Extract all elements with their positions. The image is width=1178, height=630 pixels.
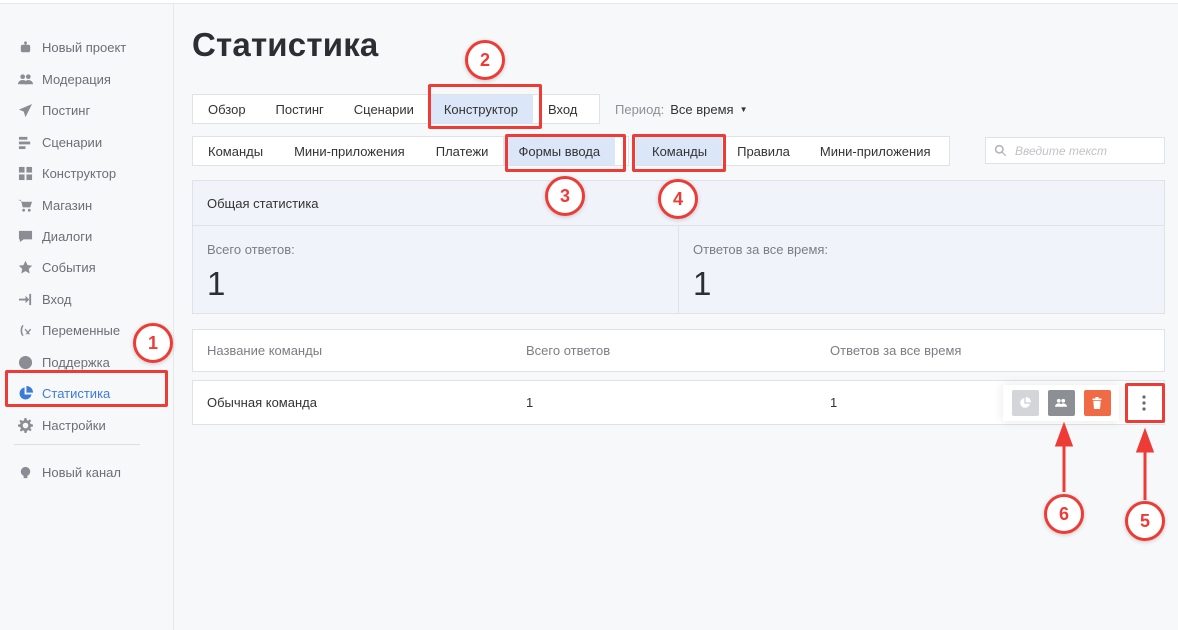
sidebar-item-label: Постинг — [42, 102, 91, 118]
gear-icon — [16, 417, 34, 433]
stats-alltime-label: Ответов за все время: — [693, 242, 829, 257]
sidebar-item-label: Настройки — [42, 417, 106, 433]
chat-icon — [16, 228, 34, 244]
stats-total-value: 1 — [207, 265, 226, 302]
stats-alltime: Ответов за все время: 1 — [679, 226, 1164, 314]
stats-alltime-value: 1 — [693, 265, 712, 302]
period-value[interactable]: Все время — [670, 102, 733, 117]
sub-tabs-secondary: Команды Правила Мини-приложения — [636, 136, 950, 166]
sidebar-divider — [14, 444, 140, 445]
sidebar-item-shop[interactable]: Магазин — [16, 194, 92, 216]
stats-total-label: Всего ответов: — [207, 242, 295, 257]
sidebar-item-label: Модерация — [42, 71, 111, 87]
main-tabs: Обзор Постинг Сценарии Конструктор Вход — [192, 94, 600, 124]
caret-down-icon: ▼ — [739, 104, 748, 114]
sidebar-item-label: Вход — [42, 291, 72, 307]
page-title: Статистика — [192, 26, 379, 63]
pie-chart-icon — [16, 385, 34, 401]
sub-tabs: Команды Мини-приложения Платежи Формы вв… — [192, 136, 629, 166]
help-icon — [16, 354, 34, 370]
tab-rules[interactable]: Правила — [722, 137, 805, 165]
tab-mini-apps-secondary[interactable]: Мини-приложения — [805, 137, 946, 165]
sidebar-item-label: События — [42, 259, 96, 275]
column-header-alltime: Ответов за все время — [830, 343, 962, 358]
annotation-badge-2: 2 — [465, 40, 505, 80]
annotation-badge-6: 6 — [1044, 494, 1084, 534]
top-border — [0, 0, 1178, 4]
sidebar-item-label: Статистика — [42, 385, 111, 401]
sidebar-item-constructor[interactable]: Конструктор — [16, 162, 116, 184]
stats-button[interactable] — [1011, 390, 1039, 416]
channel-icon — [16, 464, 34, 480]
more-menu-button[interactable] — [1134, 390, 1154, 416]
column-header-name: Название команды — [207, 343, 323, 358]
row-alltime: 1 — [830, 395, 838, 410]
sidebar-item-label: Новый канал — [42, 464, 121, 480]
star-icon — [16, 259, 34, 275]
tab-posting[interactable]: Постинг — [261, 95, 339, 123]
dots-vertical-icon — [1142, 395, 1146, 411]
sidebar-item-label: Переменные — [42, 322, 121, 338]
sidebar-item-label: Сценарии — [42, 134, 103, 150]
cart-icon — [16, 197, 34, 213]
login-icon — [16, 291, 34, 307]
annotation-badge-4: 4 — [658, 179, 698, 219]
search-icon — [994, 144, 1007, 157]
stats-total: Всего ответов: 1 — [193, 226, 679, 314]
users-icon — [16, 71, 34, 87]
sidebar-item-label: Новый проект — [42, 39, 127, 55]
annotation-badge-3: 3 — [545, 176, 585, 216]
sidebar-item-variables[interactable]: Переменные — [16, 319, 120, 341]
sidebar-item-statistics[interactable]: Статистика — [16, 382, 110, 404]
tab-scenarios[interactable]: Сценарии — [339, 95, 429, 123]
sidebar: Новый проект Модерация Постинг Сценарии … — [0, 4, 174, 630]
sidebar-item-label: Магазин — [42, 197, 93, 213]
sidebar-item-label: Диалоги — [42, 228, 93, 244]
period-label: Период: — [615, 101, 665, 117]
pie-chart-icon — [1020, 397, 1031, 408]
sidebar-item-label: Поддержка — [42, 354, 110, 370]
row-actions — [1003, 385, 1119, 421]
column-header-total: Всего ответов — [526, 343, 611, 358]
annotation-badge-5: 5 — [1125, 501, 1165, 541]
annotation-badge-1: 1 — [133, 323, 173, 363]
robot-icon — [16, 39, 34, 55]
paper-plane-icon — [16, 102, 34, 118]
users-button[interactable] — [1047, 390, 1075, 416]
tab-overview[interactable]: Обзор — [193, 95, 261, 123]
sidebar-item-moderation[interactable]: Модерация — [16, 68, 111, 90]
sidebar-item-login[interactable]: Вход — [16, 288, 71, 310]
sidebar-item-dialogs[interactable]: Диалоги — [16, 225, 92, 247]
sidebar-item-events[interactable]: События — [16, 256, 96, 278]
tab-login[interactable]: Вход — [533, 95, 592, 123]
variable-icon — [16, 322, 34, 338]
tab-mini-apps[interactable]: Мини-приложения — [278, 137, 421, 165]
row-command-name: Обычная команда — [207, 395, 317, 410]
search-input[interactable] — [1015, 143, 1160, 158]
sidebar-item-settings[interactable]: Настройки — [16, 414, 106, 436]
sidebar-item-new-channel[interactable]: Новый канал — [16, 461, 121, 483]
sidebar-item-label: Конструктор — [42, 165, 117, 181]
tab-commands[interactable]: Команды — [193, 137, 278, 165]
sidebar-item-new-project[interactable]: Новый проект — [16, 36, 126, 58]
table-header: Название команды Всего ответов Ответов з… — [192, 329, 1165, 372]
tab-input-forms[interactable]: Формы ввода — [503, 137, 616, 165]
trash-icon — [1092, 397, 1102, 409]
row-total: 1 — [526, 395, 534, 410]
scenario-icon — [16, 134, 34, 150]
period-selector[interactable]: Период: Все время ▼ — [615, 99, 748, 119]
tab-constructor[interactable]: Конструктор — [428, 95, 533, 123]
delete-button[interactable] — [1083, 390, 1111, 416]
sidebar-item-scenarios[interactable]: Сценарии — [16, 131, 102, 153]
sidebar-item-posting[interactable]: Постинг — [16, 99, 90, 121]
tab-payments[interactable]: Платежи — [421, 137, 504, 165]
users-icon — [1055, 398, 1067, 407]
tab-commands-secondary[interactable]: Команды — [637, 137, 723, 165]
search-box — [985, 137, 1165, 164]
grid-icon — [16, 165, 34, 181]
sidebar-item-support[interactable]: Поддержка — [16, 351, 110, 373]
